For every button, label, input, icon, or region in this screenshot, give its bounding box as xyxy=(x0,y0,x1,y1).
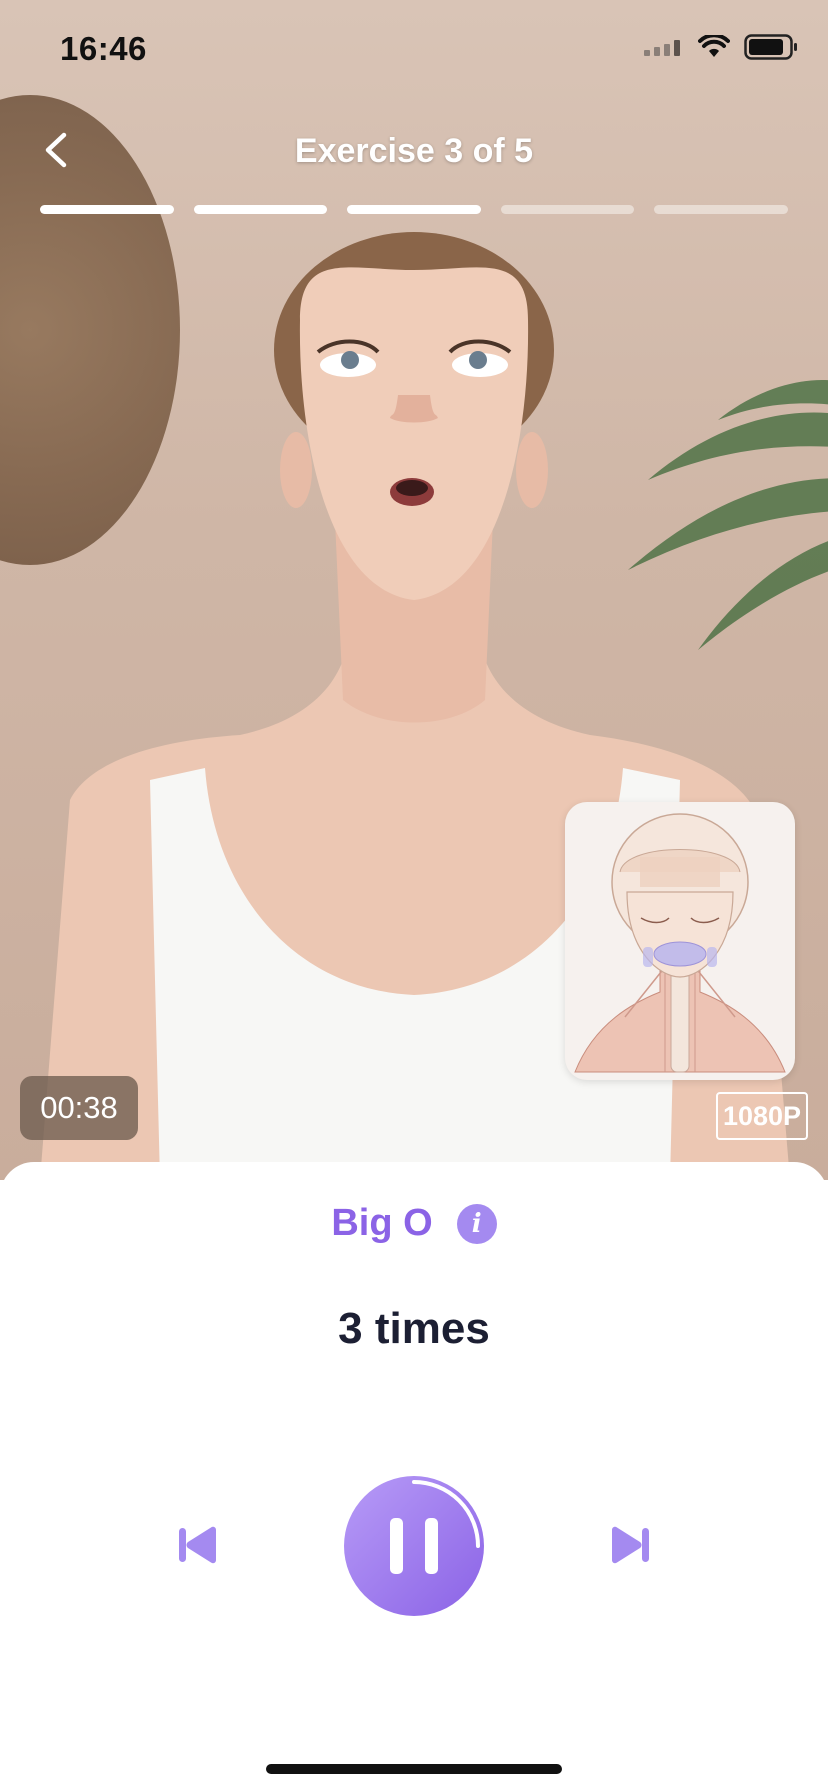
pause-button[interactable] xyxy=(340,1472,488,1620)
resolution-badge[interactable]: 1080P xyxy=(716,1092,808,1140)
elapsed-timer: 00:38 xyxy=(20,1076,138,1140)
progress-segment xyxy=(193,205,328,214)
battery-icon xyxy=(744,34,797,60)
status-time: 16:46 xyxy=(60,30,147,67)
playback-ring xyxy=(344,1476,484,1616)
progress-segment xyxy=(500,205,635,214)
anatomy-illustration[interactable] xyxy=(565,802,795,1080)
skip-next-icon xyxy=(612,1526,649,1564)
cellular-signal-icon xyxy=(644,40,680,56)
exercise-counter-title: Exercise 3 of 5 xyxy=(294,132,534,170)
wifi-icon xyxy=(698,35,730,57)
status-icons xyxy=(644,34,798,60)
progress-segment xyxy=(654,205,788,214)
exercise-title-row: Big O i xyxy=(0,1202,828,1245)
previous-exercise-button[interactable] xyxy=(176,1522,222,1568)
exercise-control-sheet: Big O i 3 times xyxy=(0,1162,828,1792)
exercise-name: Big O xyxy=(331,1202,433,1244)
exercise-player-screen: 16:46 Exercise 3 of 5 00:38 1080P Big O … xyxy=(0,0,828,1792)
progress-segment xyxy=(40,205,174,214)
progress-segment xyxy=(347,205,481,214)
playback-controls xyxy=(0,1470,828,1620)
status-bar: 16:46 xyxy=(0,0,828,100)
home-indicator xyxy=(266,1764,562,1774)
exercise-progress-bar xyxy=(40,205,788,214)
facial-muscle-diagram xyxy=(574,813,786,1073)
skip-previous-icon xyxy=(179,1526,216,1564)
repetition-count: 3 times xyxy=(338,1304,490,1353)
info-icon[interactable]: i xyxy=(456,1203,497,1244)
next-exercise-button[interactable] xyxy=(606,1522,652,1568)
